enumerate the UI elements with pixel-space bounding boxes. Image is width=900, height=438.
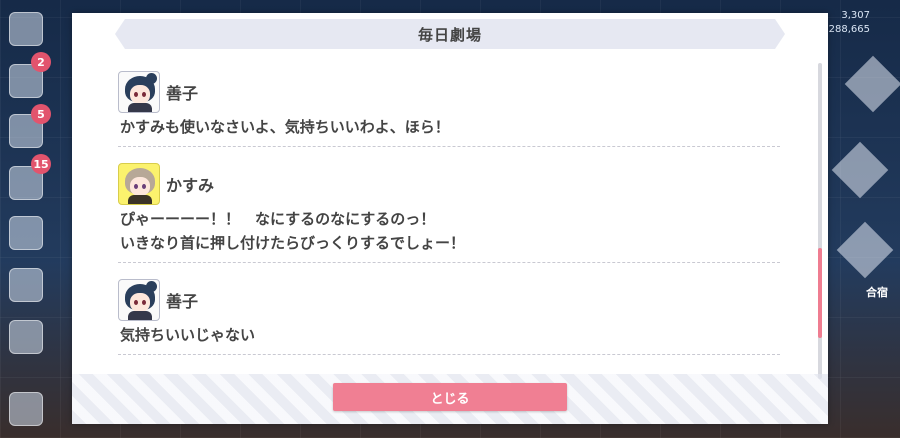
right-hud: 3,307 288,665 合宿 (825, 0, 900, 438)
yoshiko-avatar-icon (118, 71, 160, 113)
yoshiko-avatar-icon (118, 279, 160, 321)
left-menu-bar: 2 5 15 (0, 0, 55, 438)
dialogue-line: ぴゃーーーー！！ なにするのなにするのっ！ (120, 210, 436, 228)
dialogue-entry: かすみ ぴゃーーーー！！ なにするのなにするのっ！ いきなり首に押し付けたらびっ… (118, 161, 780, 263)
news-badge: 2 (31, 52, 51, 72)
hud-stat-top: 3,307 (841, 10, 870, 21)
gift-icon[interactable] (9, 216, 43, 250)
speaker-name: かすみ (166, 176, 215, 195)
hud-stat-sub: 288,665 (828, 24, 870, 35)
pass-label: 合宿 (866, 286, 888, 299)
speaker-name: 善子 (166, 84, 199, 103)
dialogue-entry: 善子 かすみも使いなさいよ、気持ちいいわよ、ほら！ (118, 69, 780, 147)
scrollbar-thumb[interactable] (818, 248, 822, 338)
login-bonus-badge: 5 (31, 104, 51, 124)
dialogue-line: いきなり首に押し付けたらびっくりするでしょー！ (120, 234, 466, 252)
speaker-row: 善子 (118, 277, 780, 323)
fullscreen-icon[interactable] (9, 320, 43, 354)
trophy-icon[interactable] (9, 268, 43, 302)
dialogue-line: かすみも使いなさいよ、気持ちいいわよ、ほら！ (120, 118, 450, 136)
kasumi-avatar-icon (118, 163, 160, 205)
event-diamond-icon[interactable] (844, 55, 900, 113)
dialogue-line: 気持ちいいじゃない (120, 326, 256, 344)
story-diamond-icon[interactable] (831, 141, 889, 199)
close-button[interactable]: とじる (333, 383, 567, 411)
speaker-row: 善子 (118, 69, 780, 115)
dialogue-entry: 善子 気持ちいいじゃない (118, 277, 780, 355)
dialog-title-bar: 毎日劇場 (115, 19, 785, 49)
scrollbar-track[interactable] (818, 63, 822, 379)
speaker-name: 善子 (166, 292, 199, 311)
daily-theater-dialog: 毎日劇場 善子 かすみも使いなさいよ、気持ちいいわよ、ほら！ かすみ ぴゃーーー… (72, 13, 828, 424)
dialogue-log[interactable]: 善子 かすみも使いなさいよ、気持ちいいわよ、ほら！ かすみ ぴゃーーーー！！ な… (118, 69, 780, 369)
bottom-menu-icon[interactable] (9, 392, 43, 426)
speaker-row: かすみ (118, 161, 780, 207)
pass-diamond-icon[interactable] (836, 221, 894, 279)
present-badge: 15 (31, 154, 51, 174)
dialog-title: 毎日劇場 (417, 25, 482, 44)
menu-icon[interactable] (9, 12, 43, 46)
